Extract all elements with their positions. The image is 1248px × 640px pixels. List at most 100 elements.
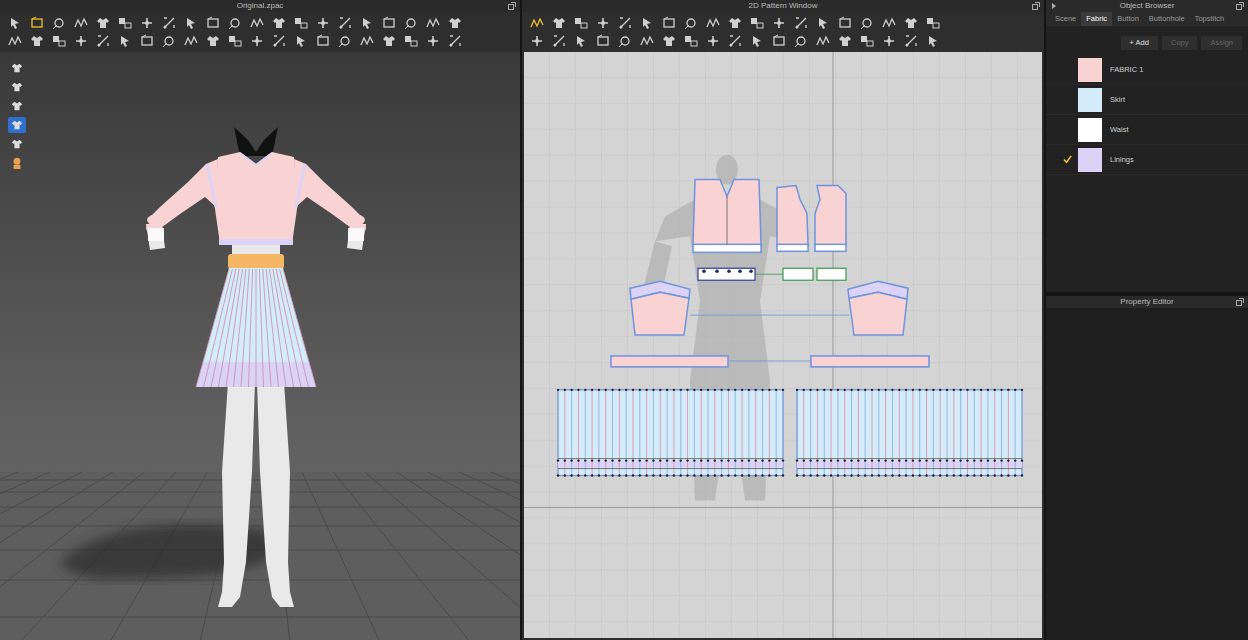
tool-icon[interactable] — [530, 16, 544, 30]
browser-tab[interactable]: Fabric — [1081, 12, 1112, 26]
tool-icon[interactable] — [338, 34, 352, 48]
tool-icon[interactable] — [404, 16, 418, 30]
browser-tab[interactable]: Topstitch — [1190, 12, 1230, 26]
tool-icon[interactable] — [228, 34, 242, 48]
3d-viewport[interactable] — [0, 52, 520, 640]
tool-icon[interactable] — [360, 34, 374, 48]
avatar-tool-icon[interactable] — [8, 79, 26, 95]
fabric-swatch[interactable] — [1078, 118, 1102, 142]
expand-icon[interactable] — [1032, 2, 1040, 10]
tool-icon[interactable] — [184, 16, 198, 30]
tool-icon[interactable] — [860, 16, 874, 30]
tool-icon[interactable] — [294, 34, 308, 48]
tool-icon[interactable] — [706, 34, 720, 48]
tool-icon[interactable] — [530, 34, 544, 48]
avatar-tool-icon[interactable] — [8, 98, 26, 114]
action-button[interactable]: Copy — [1162, 36, 1198, 50]
tool-icon[interactable] — [750, 16, 764, 30]
tool-icon[interactable] — [926, 16, 940, 30]
fabric-swatch[interactable] — [1078, 88, 1102, 112]
tool-icon[interactable] — [382, 34, 396, 48]
avatar-tool-icon[interactable] — [8, 117, 26, 133]
tool-icon[interactable] — [426, 16, 440, 30]
avatar-tool-icon[interactable] — [8, 60, 26, 76]
tool-icon[interactable] — [250, 34, 264, 48]
fabric-item[interactable]: FABRIC 1 — [1046, 55, 1248, 85]
tool-icon[interactable] — [118, 16, 132, 30]
tool-icon[interactable] — [52, 34, 66, 48]
avatar-scene[interactable] — [0, 52, 520, 640]
tool-icon[interactable] — [30, 16, 44, 30]
tool-icon[interactable] — [552, 16, 566, 30]
tool-icon[interactable] — [360, 16, 374, 30]
pattern-pieces[interactable] — [524, 52, 1042, 638]
expand-icon[interactable] — [508, 2, 516, 10]
tool-icon[interactable] — [838, 16, 852, 30]
tool-icon[interactable] — [596, 34, 610, 48]
tool-icon[interactable] — [750, 34, 764, 48]
tool-icon[interactable] — [816, 16, 830, 30]
fabric-item[interactable]: Waist — [1046, 115, 1248, 145]
tool-icon[interactable] — [8, 34, 22, 48]
fabric-swatch[interactable] — [1078, 58, 1102, 82]
tool-icon[interactable] — [618, 34, 632, 48]
tool-icon[interactable] — [772, 34, 786, 48]
expand-icon[interactable] — [1236, 2, 1244, 10]
tool-icon[interactable] — [772, 16, 786, 30]
tool-icon[interactable] — [728, 16, 742, 30]
tool-icon[interactable] — [206, 16, 220, 30]
tool-icon[interactable] — [96, 34, 110, 48]
avatar-tool-icon[interactable] — [8, 155, 26, 171]
tool-icon[interactable] — [448, 16, 462, 30]
tool-icon[interactable] — [316, 16, 330, 30]
browser-tab[interactable]: Buttonhole — [1144, 12, 1190, 26]
tool-icon[interactable] — [206, 34, 220, 48]
pin-icon[interactable] — [1050, 2, 1058, 10]
expand-icon[interactable] — [1236, 298, 1244, 306]
tool-icon[interactable] — [794, 34, 808, 48]
tool-icon[interactable] — [140, 16, 154, 30]
tool-icon[interactable] — [618, 16, 632, 30]
tool-icon[interactable] — [382, 16, 396, 30]
action-button[interactable]: + Add — [1121, 36, 1158, 50]
fabric-item[interactable]: Skirt — [1046, 85, 1248, 115]
tool-icon[interactable] — [574, 16, 588, 30]
tool-icon[interactable] — [426, 34, 440, 48]
tool-icon[interactable] — [74, 34, 88, 48]
pattern-canvas[interactable] — [524, 52, 1042, 638]
tool-icon[interactable] — [96, 16, 110, 30]
tool-icon[interactable] — [640, 34, 654, 48]
tool-icon[interactable] — [706, 16, 720, 30]
tool-icon[interactable] — [162, 34, 176, 48]
tool-icon[interactable] — [684, 16, 698, 30]
avatar-tool-icon[interactable] — [8, 136, 26, 152]
tool-icon[interactable] — [338, 16, 352, 30]
tool-icon[interactable] — [684, 34, 698, 48]
check-icon[interactable] — [1056, 155, 1078, 164]
tool-icon[interactable] — [662, 16, 676, 30]
tool-icon[interactable] — [316, 34, 330, 48]
tool-icon[interactable] — [882, 16, 896, 30]
tool-icon[interactable] — [838, 34, 852, 48]
tool-icon[interactable] — [816, 34, 830, 48]
tool-icon[interactable] — [728, 34, 742, 48]
tool-icon[interactable] — [794, 16, 808, 30]
tool-icon[interactable] — [272, 34, 286, 48]
tool-icon[interactable] — [228, 16, 242, 30]
tool-icon[interactable] — [574, 34, 588, 48]
tool-icon[interactable] — [272, 16, 286, 30]
tool-icon[interactable] — [448, 34, 462, 48]
tool-icon[interactable] — [140, 34, 154, 48]
tool-icon[interactable] — [662, 34, 676, 48]
tool-icon[interactable] — [294, 16, 308, 30]
tool-icon[interactable] — [250, 16, 264, 30]
tool-icon[interactable] — [860, 34, 874, 48]
tool-icon[interactable] — [30, 34, 44, 48]
tool-icon[interactable] — [904, 34, 918, 48]
browser-tab[interactable]: Scene — [1050, 12, 1081, 26]
action-button[interactable]: Assign — [1201, 36, 1242, 50]
tool-icon[interactable] — [404, 34, 418, 48]
tool-icon[interactable] — [640, 16, 654, 30]
fabric-swatch[interactable] — [1078, 148, 1102, 172]
tool-icon[interactable] — [162, 16, 176, 30]
